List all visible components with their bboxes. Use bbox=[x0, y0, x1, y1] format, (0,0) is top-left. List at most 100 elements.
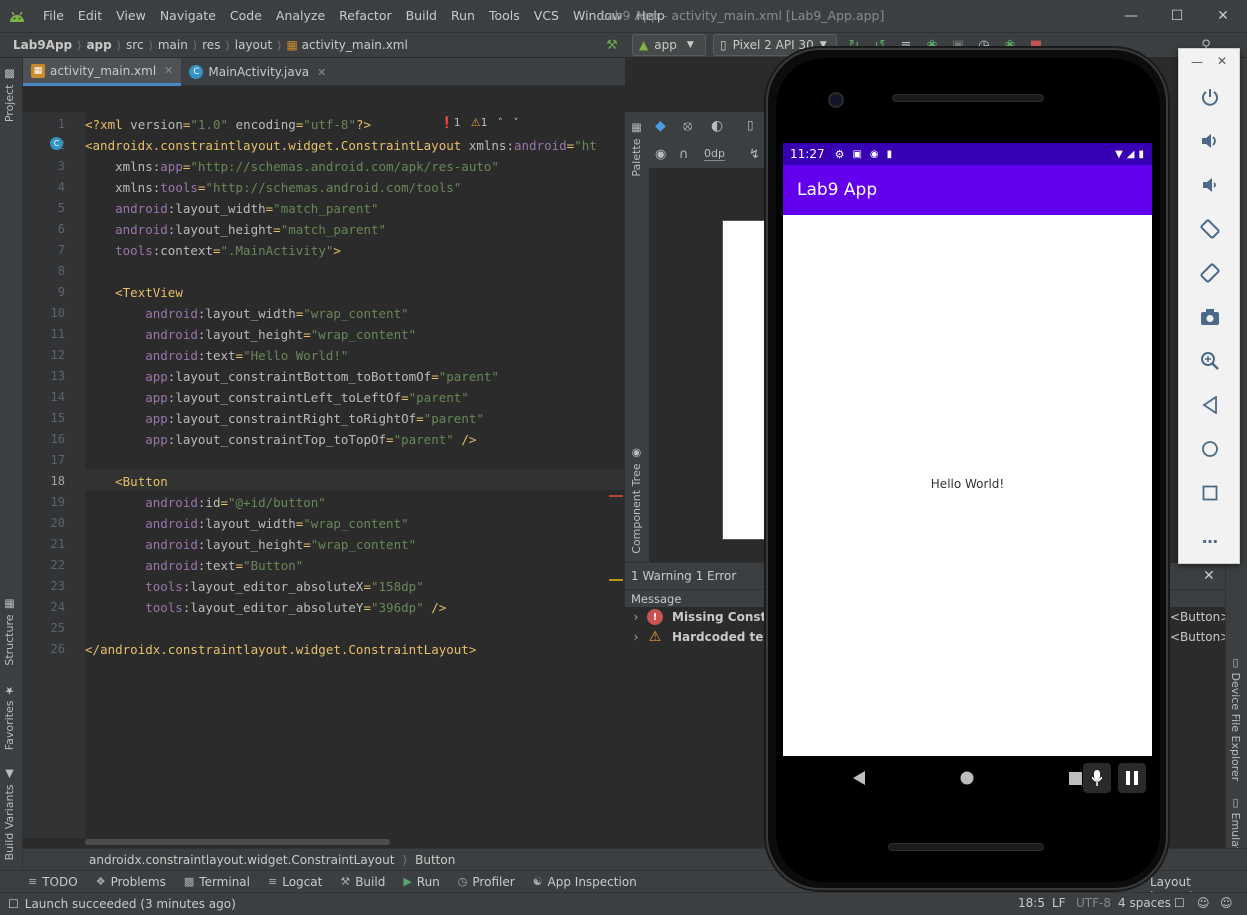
line-number[interactable]: 9 bbox=[23, 282, 65, 303]
build-variants-tool-tab[interactable]: Build Variants ▲ bbox=[3, 768, 16, 860]
line-number[interactable]: 1 bbox=[23, 114, 65, 135]
code-line[interactable]: <Button bbox=[85, 471, 168, 492]
run-config-select[interactable]: ▲ app ▼ bbox=[632, 34, 706, 56]
code-line[interactable]: app:layout_constraintBottom_toBottomOf="… bbox=[85, 366, 499, 387]
code-line[interactable]: </androidx.constraintlayout.widget.Const… bbox=[85, 639, 476, 660]
palette-tab[interactable]: Palette ▦ bbox=[630, 122, 643, 177]
line-number[interactable]: 26 bbox=[23, 639, 65, 660]
pause-icon[interactable] bbox=[1118, 763, 1146, 793]
menu-file[interactable]: File bbox=[36, 0, 71, 32]
home-icon[interactable] bbox=[1195, 434, 1225, 464]
volume-up-icon[interactable] bbox=[1195, 126, 1225, 156]
code-line[interactable]: android:layout_width="match_parent" bbox=[85, 198, 378, 219]
line-number[interactable]: 18 bbox=[23, 471, 65, 492]
line-number[interactable]: 6 bbox=[23, 219, 65, 240]
code-line[interactable]: app:layout_constraintLeft_toLeftOf="pare… bbox=[85, 387, 469, 408]
line-number[interactable]: 12 bbox=[23, 345, 65, 366]
caret-position[interactable]: 18:5 bbox=[1018, 893, 1045, 913]
line-number[interactable]: 11 bbox=[23, 324, 65, 345]
home-nav-icon[interactable] bbox=[959, 770, 975, 786]
line-number[interactable]: 14 bbox=[23, 387, 65, 408]
chevron-right-icon[interactable]: › bbox=[625, 630, 647, 644]
inspection-widget[interactable]: ❗1 ⚠1 ˄ ˅ bbox=[440, 116, 519, 129]
terminal-tool-button[interactable]: ▩ Terminal bbox=[184, 875, 250, 889]
component-tree-tab[interactable]: Component Tree ◉ bbox=[630, 447, 643, 554]
chevron-right-icon[interactable]: › bbox=[625, 610, 647, 624]
code-line[interactable]: app:layout_constraintTop_toTopOf="parent… bbox=[85, 429, 476, 450]
indent-setting[interactable]: 4 spaces bbox=[1118, 893, 1171, 913]
code-line[interactable]: android:text="Hello World!" bbox=[85, 345, 348, 366]
structure-tool-tab[interactable]: Structure ▦ bbox=[3, 598, 16, 666]
line-separator[interactable]: LF bbox=[1052, 893, 1066, 913]
default-margin-value[interactable]: 0dp bbox=[704, 147, 725, 161]
rotate-right-icon[interactable] bbox=[1195, 258, 1225, 288]
warning-stripe-mark[interactable] bbox=[609, 579, 623, 581]
close-window-button[interactable]: ✕ bbox=[1200, 0, 1246, 32]
breadcrumb-file[interactable]: ▦ activity_main.xml bbox=[284, 38, 411, 52]
xml-crumb-root[interactable]: androidx.constraintlayout.widget.Constra… bbox=[89, 853, 394, 867]
line-number[interactable]: 15 bbox=[23, 408, 65, 429]
breadcrumb-res[interactable]: res bbox=[199, 38, 223, 52]
menu-analyze[interactable]: Analyze bbox=[269, 0, 332, 32]
close-tab-icon[interactable]: ✕ bbox=[317, 66, 326, 79]
menu-build[interactable]: Build bbox=[399, 0, 444, 32]
code-line[interactable]: android:layout_width="wrap_content" bbox=[85, 513, 408, 534]
code-line[interactable]: app:layout_constraintRight_toRightOf="pa… bbox=[85, 408, 484, 429]
layers-icon[interactable]: ◆ bbox=[655, 118, 666, 134]
close-tab-icon[interactable]: ✕ bbox=[164, 64, 173, 77]
line-number[interactable]: 13 bbox=[23, 366, 65, 387]
theme-icon[interactable]: ◐ bbox=[711, 118, 723, 134]
status-window-icon[interactable]: ☐ bbox=[8, 897, 19, 911]
code-line[interactable]: <androidx.constraintlayout.widget.Constr… bbox=[85, 135, 597, 156]
menu-tools[interactable]: Tools bbox=[482, 0, 527, 32]
microphone-icon[interactable] bbox=[1083, 763, 1111, 793]
volume-down-icon[interactable] bbox=[1195, 170, 1225, 200]
back-nav-icon[interactable] bbox=[851, 770, 867, 786]
menu-navigate[interactable]: Navigate bbox=[153, 0, 223, 32]
menu-vcs[interactable]: VCS bbox=[527, 0, 566, 32]
menu-refactor[interactable]: Refactor bbox=[332, 0, 398, 32]
line-number[interactable]: 25 bbox=[23, 618, 65, 639]
line-number[interactable]: 10 bbox=[23, 303, 65, 324]
line-number[interactable]: 5 bbox=[23, 198, 65, 219]
constraint-icon[interactable]: ↯ bbox=[749, 147, 760, 162]
line-number[interactable]: 24 bbox=[23, 597, 65, 618]
app-inspection-tool-button[interactable]: ☯ App Inspection bbox=[533, 875, 637, 889]
profiler-tool-button[interactable]: ◷ Profiler bbox=[458, 875, 515, 889]
code-line[interactable]: xmlns:tools="http://schemas.android.com/… bbox=[85, 177, 461, 198]
hammer-build-icon[interactable]: ⚒ bbox=[604, 37, 620, 53]
line-number[interactable]: 21 bbox=[23, 534, 65, 555]
device-screen[interactable]: 11:27 ⚙ ▣ ◉ ▮ ▼ ◢ ▮ Lab9 App Hello World… bbox=[783, 143, 1152, 756]
project-tool-tab[interactable]: Project ▩ bbox=[3, 68, 16, 122]
tab-main-activity-java[interactable]: C MainActivity.java ✕ bbox=[181, 58, 334, 86]
line-number[interactable]: 19 bbox=[23, 492, 65, 513]
line-number[interactable]: 7 bbox=[23, 240, 65, 261]
minimize-window-button[interactable]: — bbox=[1108, 0, 1154, 32]
close-panel-icon[interactable]: ✕ bbox=[1203, 568, 1215, 584]
code-line[interactable]: android:layout_height="wrap_content" bbox=[85, 534, 416, 555]
rotate-left-icon[interactable] bbox=[1195, 214, 1225, 244]
class-gutter-icon[interactable]: C bbox=[50, 137, 63, 150]
xml-crumb-button[interactable]: Button bbox=[415, 853, 455, 867]
error-stripe-mark[interactable] bbox=[609, 495, 623, 497]
code-line[interactable]: android:layout_height="wrap_content" bbox=[85, 324, 416, 345]
code-line[interactable]: tools:layout_editor_absoluteY="396dp" /> bbox=[85, 597, 446, 618]
line-number[interactable]: 17 bbox=[23, 450, 65, 471]
favorites-tool-tab[interactable]: Favorites ★ bbox=[3, 684, 16, 750]
magnet-icon[interactable]: ∩ bbox=[679, 147, 689, 162]
line-number[interactable]: 4 bbox=[23, 177, 65, 198]
status-message[interactable]: Launch succeeded (3 minutes ago) bbox=[25, 897, 236, 911]
menu-run[interactable]: Run bbox=[444, 0, 482, 32]
zoom-icon[interactable] bbox=[1195, 346, 1225, 376]
breadcrumb-project[interactable]: Lab9App bbox=[10, 38, 75, 52]
device-preview-icon[interactable]: ▯ bbox=[747, 118, 754, 132]
code-line[interactable]: <TextView bbox=[85, 282, 183, 303]
overview-nav-icon[interactable] bbox=[1067, 770, 1083, 786]
line-number[interactable]: 8 bbox=[23, 261, 65, 282]
notifications-icon[interactable]: ☺ bbox=[1220, 893, 1233, 913]
line-number[interactable]: 20 bbox=[23, 513, 65, 534]
code-line[interactable]: xmlns:app="http://schemas.android.com/ap… bbox=[85, 156, 499, 177]
smiley-icon[interactable]: ☺ bbox=[1197, 893, 1210, 913]
code-line[interactable]: tools:context=".MainActivity"> bbox=[85, 240, 341, 261]
lock-icon[interactable]: ☐ bbox=[1174, 893, 1185, 913]
